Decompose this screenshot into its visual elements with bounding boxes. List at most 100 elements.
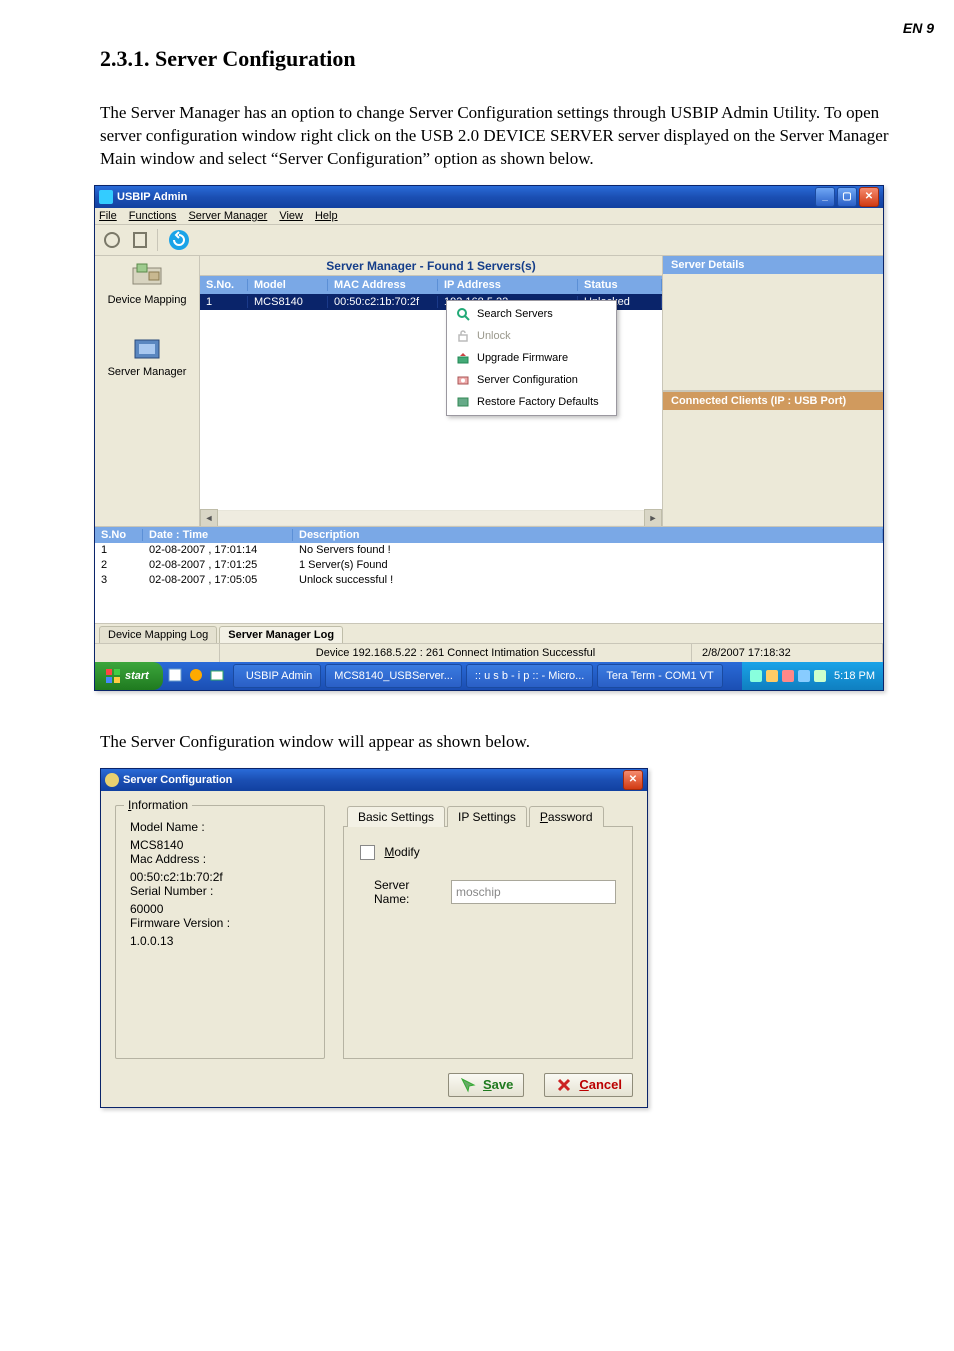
scroll-left-button[interactable]: ◄ bbox=[200, 509, 218, 526]
information-fieldset: IInformationnformation Model Name : MCS8… bbox=[115, 805, 325, 1059]
toolbar-separator bbox=[157, 229, 162, 251]
server-configuration-window: Server Configuration ✕ IInformationnform… bbox=[100, 768, 648, 1108]
modify-checkbox-row: Modify Modify bbox=[360, 845, 616, 860]
tray-icon[interactable] bbox=[766, 670, 778, 682]
server-name-input[interactable] bbox=[451, 880, 616, 904]
system-tray: 5:18 PM bbox=[742, 662, 883, 690]
gear-icon bbox=[105, 773, 119, 787]
refresh-icon[interactable] bbox=[168, 229, 190, 251]
task-label: MCS8140_USBServer... bbox=[334, 670, 453, 682]
ctx-search-servers[interactable]: Search Servers bbox=[449, 303, 614, 325]
task-usbip-site[interactable]: :: u s b - i p :: - Micro... bbox=[466, 664, 593, 688]
col-mac[interactable]: MAC Address bbox=[328, 279, 438, 291]
tab-server-manager-log[interactable]: Server Manager Log bbox=[219, 626, 343, 643]
tray-icon[interactable] bbox=[798, 670, 810, 682]
taskbar: start USBIP Admin MCS8140_USBServer... :… bbox=[95, 662, 883, 690]
bottom-tabs: Device Mapping Log Server Manager Log bbox=[95, 623, 883, 643]
menu-view[interactable]: View bbox=[279, 210, 303, 222]
start-button[interactable]: start bbox=[95, 662, 163, 690]
close-button[interactable]: ✕ bbox=[623, 770, 643, 790]
server-grid-header: Server Manager - Found 1 Servers(s) bbox=[200, 256, 662, 276]
usbip-admin-window: USBIP Admin _ ▢ ✕ File Functions Server … bbox=[94, 185, 884, 691]
maximize-button[interactable]: ▢ bbox=[837, 187, 857, 207]
log-col-description[interactable]: Description bbox=[293, 529, 883, 541]
mac-address-label: Mac Address : bbox=[130, 852, 310, 866]
nav-device-mapping[interactable]: Device Mapping bbox=[102, 262, 192, 306]
window-title: USBIP Admin bbox=[117, 191, 187, 203]
col-status[interactable]: Status bbox=[578, 279, 662, 291]
ctx-server-configuration[interactable]: Server Configuration bbox=[449, 369, 614, 391]
log-row: 2 02-08-2007 , 17:01:25 1 Server(s) Foun… bbox=[95, 558, 883, 573]
tab-basic-settings[interactable]: Basic Settings bbox=[347, 806, 445, 827]
scroll-right-button[interactable]: ► bbox=[644, 509, 662, 526]
task-teraterm[interactable]: Tera Term - COM1 VT bbox=[597, 664, 722, 688]
tray-icon[interactable] bbox=[750, 670, 762, 682]
modify-checkbox[interactable] bbox=[360, 845, 375, 860]
log-cell-sno: 1 bbox=[95, 544, 143, 556]
log-cell-desc: No Servers found ! bbox=[293, 544, 883, 556]
menu-functions[interactable]: Functions bbox=[129, 210, 177, 222]
scroll-track[interactable] bbox=[218, 511, 644, 525]
quick-launch bbox=[163, 667, 231, 685]
right-panel: Server Details Connected Clients (IP : U… bbox=[663, 256, 883, 526]
titlebar[interactable]: USBIP Admin _ ▢ ✕ bbox=[95, 186, 883, 208]
ctx-upgrade-firmware[interactable]: Upgrade Firmware bbox=[449, 347, 614, 369]
ctx-search-label: Search Servers bbox=[477, 308, 553, 320]
log-cell-sno: 2 bbox=[95, 559, 143, 571]
task-label: Tera Term - COM1 VT bbox=[606, 670, 713, 682]
ql-icon-2[interactable] bbox=[188, 667, 206, 685]
col-model[interactable]: Model bbox=[248, 279, 328, 291]
tray-icon[interactable] bbox=[814, 670, 826, 682]
paragraph-2: The Server Configuration window will app… bbox=[100, 731, 894, 754]
tab-password[interactable]: Password bbox=[529, 806, 604, 827]
log-col-sno[interactable]: S.No bbox=[95, 529, 143, 541]
grid-scrollbar[interactable]: ◄ ► bbox=[200, 510, 662, 526]
save-button[interactable]: Save Save bbox=[448, 1073, 524, 1097]
ql-icon-3[interactable] bbox=[209, 667, 227, 685]
titlebar[interactable]: Server Configuration ✕ bbox=[101, 769, 647, 791]
col-sno[interactable]: S.No. bbox=[200, 279, 248, 291]
restore-icon bbox=[455, 394, 471, 410]
config-icon bbox=[455, 372, 471, 388]
start-label: start bbox=[125, 670, 149, 682]
log-row: 3 02-08-2007 , 17:05:05 Unlock successfu… bbox=[95, 573, 883, 588]
ctx-unlock-label: Unlock bbox=[477, 330, 511, 342]
left-nav: Device Mapping Server Manager bbox=[95, 256, 200, 526]
col-ip[interactable]: IP Address bbox=[438, 279, 578, 291]
ctx-upgrade-label: Upgrade Firmware bbox=[477, 352, 568, 364]
model-name-value: MCS8140 bbox=[130, 838, 183, 852]
tab-device-mapping-log[interactable]: Device Mapping Log bbox=[99, 626, 217, 643]
menu-server-manager[interactable]: Server Manager bbox=[188, 210, 267, 222]
ctx-restore-defaults[interactable]: Restore Factory Defaults bbox=[449, 391, 614, 413]
tray-clock: 5:18 PM bbox=[834, 670, 875, 682]
server-details-header: Server Details bbox=[663, 256, 883, 274]
close-button[interactable]: ✕ bbox=[859, 187, 879, 207]
toolbar-icon-1[interactable] bbox=[101, 229, 123, 251]
toolbar bbox=[95, 225, 883, 256]
task-label: USBIP Admin bbox=[246, 670, 312, 682]
nav-device-mapping-label: Device Mapping bbox=[108, 294, 187, 306]
menu-help[interactable]: Help bbox=[315, 210, 338, 222]
toolbar-icon-2[interactable] bbox=[129, 229, 151, 251]
task-label: :: u s b - i p :: - Micro... bbox=[475, 670, 584, 682]
task-mcs8140[interactable]: MCS8140_USBServer... bbox=[325, 664, 462, 688]
ql-icon-1[interactable] bbox=[167, 667, 185, 685]
tab-ip-settings[interactable]: IP Settings bbox=[447, 806, 527, 827]
serial-number-value: 60000 bbox=[130, 902, 163, 916]
minimize-button[interactable]: _ bbox=[815, 187, 835, 207]
tray-icon[interactable] bbox=[782, 670, 794, 682]
mac-address-value: 00:50:c2:1b:70:2f bbox=[130, 870, 223, 884]
cancel-button[interactable]: Cancel Cancel bbox=[544, 1073, 633, 1097]
log-col-datetime[interactable]: Date : Time bbox=[143, 529, 293, 541]
upgrade-icon bbox=[455, 350, 471, 366]
search-icon bbox=[455, 306, 471, 322]
menu-file[interactable]: File bbox=[99, 210, 117, 222]
task-usbip-admin[interactable]: USBIP Admin bbox=[233, 664, 321, 688]
server-grid-panel: Server Manager - Found 1 Servers(s) S.No… bbox=[200, 256, 663, 526]
nav-server-manager[interactable]: Server Manager bbox=[102, 334, 192, 378]
model-name-label: Model Name : bbox=[130, 820, 310, 834]
log-cell-dt: 02-08-2007 , 17:01:25 bbox=[143, 559, 293, 571]
server-grid: S.No. Model MAC Address IP Address Statu… bbox=[200, 276, 662, 526]
unlock-icon bbox=[455, 328, 471, 344]
connected-clients-header: Connected Clients (IP : USB Port) bbox=[663, 392, 883, 410]
